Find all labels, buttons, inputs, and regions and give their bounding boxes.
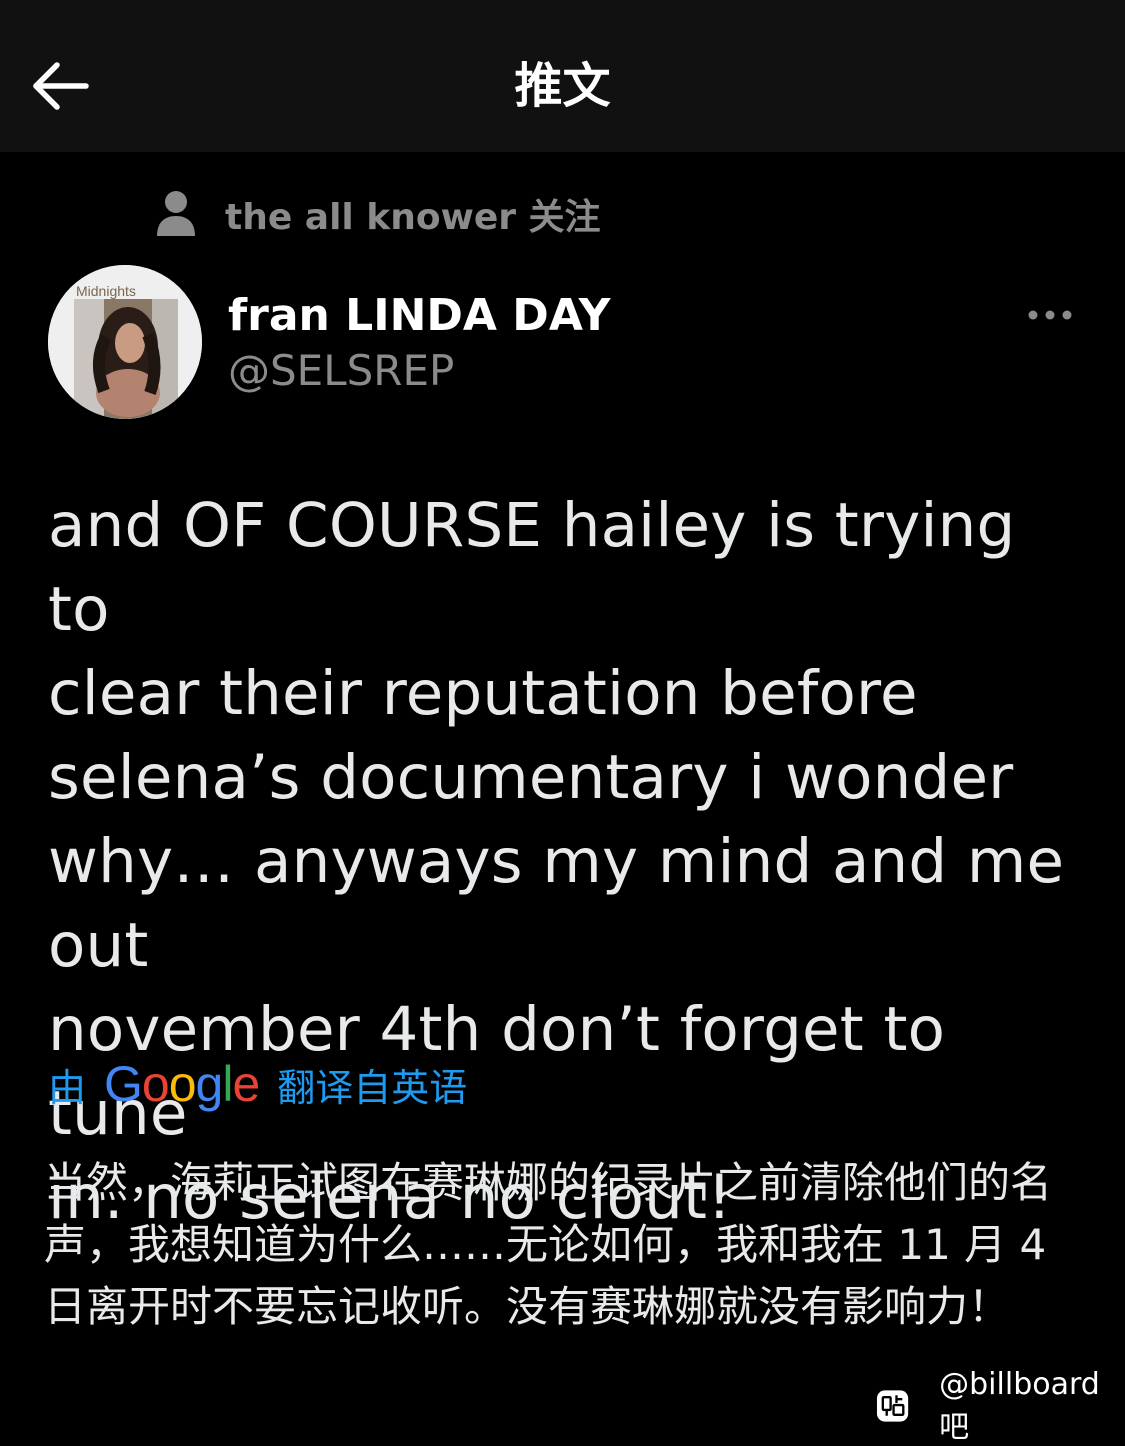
avatar-album-label: Midnights <box>76 283 136 299</box>
google-logo-letter: o <box>141 1056 170 1112</box>
person-icon <box>157 191 195 236</box>
more-options-button[interactable] <box>1022 298 1078 332</box>
page-title: 推文 <box>514 58 611 114</box>
tieba-icon <box>876 1390 909 1422</box>
top-bar: 推文 <box>0 0 1125 152</box>
social-context-label: the all knower 关注 <box>225 197 601 238</box>
watermark-text: @billboard吧 <box>939 1366 1100 1445</box>
google-logo-letter: l <box>222 1056 233 1112</box>
author-display-name[interactable]: fran LINDA DAY <box>228 288 611 344</box>
watermark: @billboard吧 <box>876 1367 1125 1445</box>
translation-source-label: 翻译自英语 <box>277 1065 468 1110</box>
avatar[interactable]: Midnights <box>48 265 202 419</box>
translated-tweet-body: 当然，海莉正试图在赛琳娜的纪录片之前清除他们的名声，我想知道为什么……无论如何，… <box>44 1158 1053 1331</box>
google-logo-letter: g <box>195 1056 224 1112</box>
google-logo-letter: o <box>168 1056 197 1112</box>
social-context[interactable]: the all knower 关注 <box>155 186 601 242</box>
google-logo-letter: e <box>232 1056 260 1112</box>
google-logo-letter: G <box>104 1056 143 1112</box>
author-handle[interactable]: @SELSREP <box>228 344 454 398</box>
translation-prefix: 由 <box>48 1065 87 1110</box>
translation-attribution[interactable]: 由 Google 翻译自英语 <box>48 1052 467 1116</box>
tweet-body: and OF COURSE hailey is trying to clear … <box>48 490 1065 1233</box>
google-logo: Google <box>104 1055 260 1113</box>
more-horizontal-icon <box>1028 310 1072 320</box>
